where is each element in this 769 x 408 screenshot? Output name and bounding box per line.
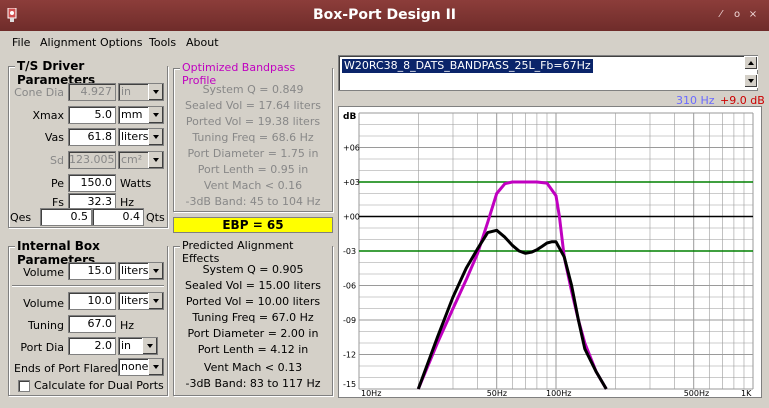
tuning-label: Tuning	[27, 319, 64, 332]
x-tick-label: 100Hz	[546, 389, 571, 397]
scroll-up-button[interactable]	[744, 56, 758, 70]
vas-label: Vas	[44, 131, 64, 144]
optimized-line: Port Lenth = 0.95 in	[197, 163, 309, 176]
qes-label: Qes	[10, 211, 32, 224]
y-tick-label: +03	[343, 178, 360, 187]
x-tick-label: 10Hz	[361, 389, 381, 397]
ebp-value: = 65	[252, 218, 284, 232]
predicted-line: Vent Mach < 0.13	[203, 361, 303, 374]
chevron-down-icon[interactable]	[148, 129, 163, 145]
chevron-down-icon[interactable]	[148, 359, 163, 375]
optimized-line: Tuning Freq = 68.6 Hz	[192, 131, 314, 144]
chevron-down-icon[interactable]	[142, 338, 157, 354]
volume2-field[interactable]: 10.0	[68, 292, 116, 310]
volume2-unit-select[interactable]: liters	[118, 292, 164, 310]
optimized-line: -3dB Band: 45 to 104 Hz	[185, 195, 321, 208]
xmax-unit-select[interactable]: mm	[118, 106, 164, 124]
vas-field[interactable]: 61.8	[68, 128, 116, 146]
predicted-line: Sealed Vol = 15.00 liters	[185, 279, 321, 292]
y-tick-label: -09	[343, 316, 356, 325]
volume1-field[interactable]: 15.0	[68, 262, 116, 280]
optimized-profile-group: Optimized Bandpass Profile System Q = 0.…	[173, 61, 333, 212]
predicted-line: -3dB Band: 83 to 117 Hz	[185, 377, 321, 390]
chevron-down-icon[interactable]	[148, 84, 163, 100]
sd-label: Sd	[50, 154, 64, 167]
optimized-line: Ported Vol = 19.38 liters	[185, 115, 321, 128]
predicted-line: Ported Vol = 10.00 liters	[185, 295, 321, 308]
scroll-down-button[interactable]	[744, 74, 758, 88]
port-dia-label: Port Dia	[20, 341, 64, 354]
xmax-label: Xmax	[32, 109, 64, 122]
maximize-icon[interactable]: o	[730, 8, 744, 22]
x-tick-label: 50Hz	[487, 389, 507, 397]
volume1-label: Volume	[23, 266, 64, 279]
optimized-line: System Q = 0.849	[202, 83, 304, 96]
response-chart[interactable]: dB +06 +03 +00 -03 -06 -09 -12 -15 10Hz 50Hz 100Hz 5…	[338, 106, 762, 398]
ends-flared-label: Ends of Port Flared	[14, 362, 118, 375]
optimized-line: Sealed Vol = 17.64 liters	[185, 99, 321, 112]
x-tick-label: 500Hz	[684, 389, 709, 397]
volume1-unit-select[interactable]: liters	[118, 262, 164, 280]
menu-bar: File Alignment Options Tools About	[0, 31, 769, 53]
predicted-line: System Q = 0.905	[202, 263, 304, 276]
vas-unit-select[interactable]: liters	[118, 128, 164, 146]
qts-label: Qts	[146, 211, 165, 224]
port-dia-unit-select[interactable]: in	[118, 337, 158, 355]
optimized-line: Vent Mach < 0.16	[203, 179, 303, 192]
y-tick-label: -06	[343, 282, 356, 291]
predicted-line: Port Diameter = 2.00 in	[187, 327, 319, 340]
x-tick-label: 1K	[741, 389, 752, 397]
ends-flared-select[interactable]: none	[118, 358, 164, 376]
ebp-label: EBP	[222, 218, 249, 232]
title-bar: Box-Port Design II ⁄ o ×	[0, 0, 769, 31]
tuning-unit: Hz	[120, 319, 135, 332]
chevron-down-icon[interactable]	[148, 152, 163, 168]
y-tick-label: +00	[343, 213, 360, 222]
optimized-line: Port Diameter = 1.75 in	[187, 147, 319, 160]
qts-field[interactable]: 0.4	[92, 208, 144, 226]
chevron-down-icon[interactable]	[148, 107, 163, 123]
y-tick-label: -15	[343, 380, 356, 389]
menu-file[interactable]: File	[12, 36, 30, 49]
pe-unit: Watts	[120, 177, 152, 190]
chevron-down-icon[interactable]	[148, 293, 163, 309]
window-title: Box-Port Design II	[312, 7, 456, 23]
menu-alignment[interactable]: Alignment	[40, 36, 96, 49]
y-tick-label: -03	[343, 247, 356, 256]
predicted-line: Port Lenth = 4.12 in	[197, 343, 309, 356]
menu-tools[interactable]: Tools	[149, 36, 176, 49]
dual-ports-checkbox[interactable]	[18, 380, 30, 392]
y-axis-label: dB	[343, 112, 356, 122]
menu-about[interactable]: About	[186, 36, 219, 49]
cone-dia-unit-select[interactable]: in	[118, 83, 164, 101]
chevron-down-icon[interactable]	[148, 263, 163, 279]
divider	[12, 285, 164, 287]
predicted-effects-group: Predicted Alignment Effects System Q = 0…	[173, 239, 333, 396]
sd-unit-select[interactable]: cm²	[118, 151, 164, 169]
ebp-indicator: EBP = 65	[173, 217, 333, 233]
close-icon[interactable]: ×	[746, 8, 760, 22]
sd-field[interactable]: 123.005	[68, 151, 116, 169]
tuning-field[interactable]: 67.0	[68, 315, 116, 333]
cone-dia-field[interactable]: 4.927	[68, 83, 116, 101]
qes-field[interactable]: 0.5	[40, 208, 92, 226]
pe-field[interactable]: 150.0	[68, 174, 116, 192]
port-dia-field[interactable]: 2.0	[68, 337, 116, 355]
response-chart-svg: dB +06 +03 +00 -03 -06 -09 -12 -15 10Hz 50Hz 100Hz 5…	[343, 112, 754, 398]
predicted-line: Tuning Freq = 67.0 Hz	[192, 311, 314, 324]
arrow-up-icon	[748, 61, 754, 65]
cone-dia-label: Cone Dia	[14, 86, 64, 99]
predicted-effects-title: Predicted Alignment Effects	[180, 239, 332, 265]
project-name-text[interactable]: W20RC38_8_DATS_BANDPASS_25L_Fb=67Hz	[342, 59, 593, 73]
y-tick-label: -12	[343, 351, 356, 360]
xmax-field[interactable]: 5.0	[68, 106, 116, 124]
menu-options[interactable]: Options	[100, 36, 142, 49]
dual-ports-label: Calculate for Dual Ports	[34, 379, 164, 392]
y-tick-label: +06	[343, 144, 360, 153]
pe-label: Pe	[50, 177, 64, 190]
arrow-down-icon	[748, 79, 754, 83]
project-name-box[interactable]: W20RC38_8_DATS_BANDPASS_25L_Fb=67Hz	[338, 55, 758, 91]
minimize-icon[interactable]: ⁄	[714, 8, 728, 22]
volume2-label: Volume	[23, 297, 64, 310]
